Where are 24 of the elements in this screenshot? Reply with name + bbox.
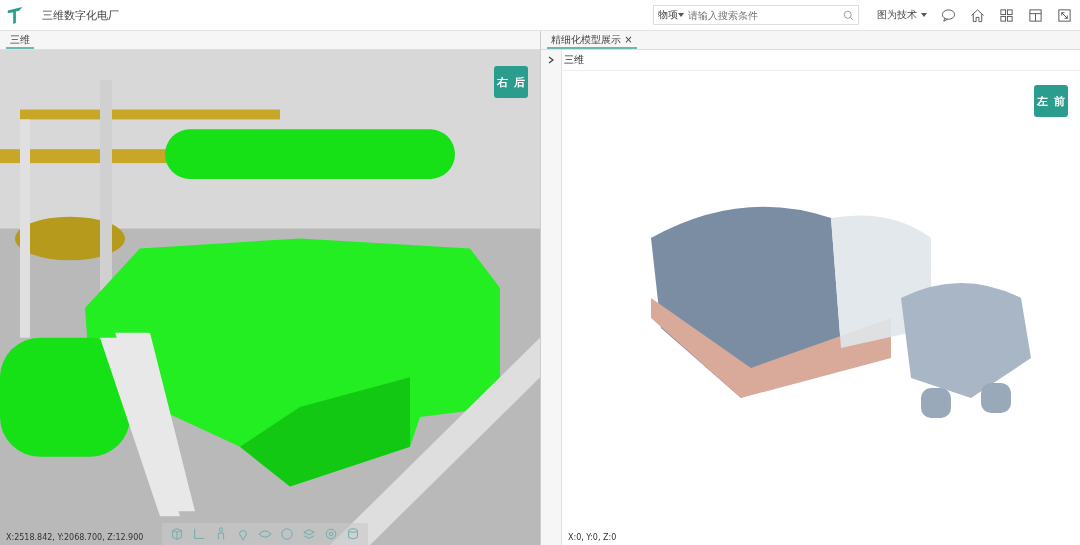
scope-dropdown[interactable]: 物项 xyxy=(658,8,678,22)
cube-icon[interactable] xyxy=(170,527,184,541)
user-menu[interactable]: 图为技术 xyxy=(877,8,917,22)
search-bar[interactable]: 物项 请输入搜索条件 xyxy=(653,5,859,25)
app-title: 三维数字化电厂 xyxy=(42,7,119,23)
settings-icon[interactable] xyxy=(324,527,338,541)
chevron-icon[interactable] xyxy=(548,56,554,64)
home-icon[interactable] xyxy=(970,7,985,23)
cylinder-icon[interactable] xyxy=(346,527,360,541)
layout-icon[interactable] xyxy=(1028,7,1043,23)
logo-icon xyxy=(6,4,24,26)
fullscreen-icon[interactable] xyxy=(1057,7,1072,23)
pin-icon[interactable] xyxy=(236,527,250,541)
coordinates-readout: X:2518.842, Y:2068.700, Z:12.900 xyxy=(6,533,144,542)
layers-icon[interactable] xyxy=(302,527,316,541)
chat-bubble-icon[interactable] xyxy=(941,7,956,23)
caret-icon[interactable] xyxy=(678,13,684,17)
caret-icon[interactable] xyxy=(921,13,927,17)
grid-icon[interactable] xyxy=(999,7,1014,23)
ruler-icon[interactable] xyxy=(192,527,206,541)
search-field[interactable]: 请输入搜索条件 xyxy=(688,9,839,21)
coordinates-readout: X:0, Y:0, Z:0 xyxy=(568,533,617,542)
eye-icon[interactable] xyxy=(258,527,272,541)
search-icon[interactable] xyxy=(843,9,854,21)
